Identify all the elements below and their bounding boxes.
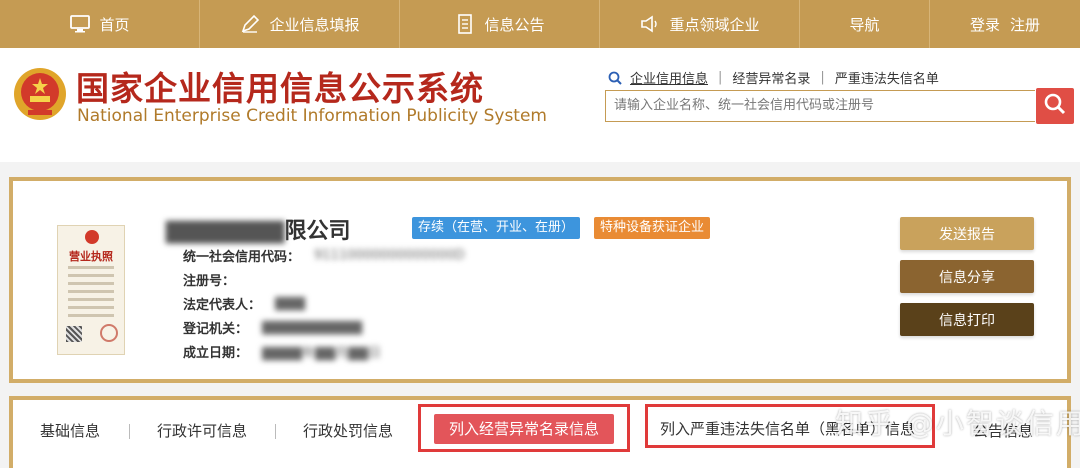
field-value: ▇▇▇▇▇▇▇▇▇▇ xyxy=(262,320,362,335)
search-input[interactable]: 请输入企业名称、统一社会信用代码或注册号 xyxy=(605,90,1035,122)
company-name-suffix: 限公司 xyxy=(284,219,351,244)
nav-home-label: 首页 xyxy=(99,15,130,34)
tab-permit[interactable]: 行政许可信息 xyxy=(157,420,247,441)
nav-key-industry[interactable]: 重点领域企业 xyxy=(600,0,800,48)
nav-announcement-label: 信息公告 xyxy=(484,15,545,34)
tab-divider: | xyxy=(820,70,825,85)
nav-account: 登录 注册 xyxy=(930,0,1080,48)
site-title: 国家企业信用信息公示系统 xyxy=(76,69,484,108)
nav-navigation-label: 导航 xyxy=(849,15,880,34)
document-icon xyxy=(454,13,476,35)
print-button[interactable]: 信息打印 xyxy=(900,303,1034,336)
qr-code-icon xyxy=(66,326,82,342)
field-value: 91110000000000000D xyxy=(314,248,465,263)
abnormal-tab-highlight: 列入经营异常名录信息 xyxy=(418,404,630,452)
business-license-image[interactable]: 营业执照 xyxy=(57,225,125,355)
monitor-icon xyxy=(69,13,91,35)
nav-navigation[interactable]: 导航 xyxy=(800,0,930,48)
search-button[interactable] xyxy=(1036,88,1074,124)
field-founded-date: 成立日期： ▇▇▇▇年▇▇月▇▇日 xyxy=(183,342,381,361)
share-button[interactable]: 信息分享 xyxy=(900,260,1034,293)
company-name: ▇▇▇▇▇▇▇限公司 xyxy=(166,213,350,245)
login-link[interactable]: 登录 xyxy=(970,14,1000,35)
search-tabs: 企业信用信息 | 经营异常名录 | 严重违法失信名单 xyxy=(608,68,939,87)
field-label: 法定代表人： xyxy=(183,298,262,313)
search-small-icon xyxy=(608,71,622,85)
field-reg-number: 注册号： xyxy=(183,270,249,289)
tab-penalty[interactable]: 行政处罚信息 xyxy=(303,420,393,441)
field-value: ▇▇▇▇年▇▇月▇▇日 xyxy=(262,346,381,361)
tab-divider: | xyxy=(718,70,723,85)
license-emblem-icon xyxy=(85,230,99,244)
field-label: 成立日期： xyxy=(183,346,249,361)
license-title: 营业执照 xyxy=(69,250,113,263)
field-label: 登记机关： xyxy=(183,322,249,337)
company-name-obscured: ▇▇▇▇▇▇▇ xyxy=(166,219,285,244)
nav-fill-info-label: 企业信息填报 xyxy=(269,15,360,34)
watermark-text: 知乎 @小智谈信用 xyxy=(835,407,1080,440)
search-icon xyxy=(1043,92,1067,120)
field-label: 统一社会信用代码： xyxy=(183,250,301,265)
send-report-button[interactable]: 发送报告 xyxy=(900,217,1034,250)
national-emblem-icon xyxy=(12,66,68,122)
field-value: ▇▇▇ xyxy=(275,296,306,311)
tab-abnormal[interactable]: 列入经营异常名录信息 xyxy=(434,414,614,444)
field-credit-code: 统一社会信用代码： 91110000000000000D xyxy=(183,246,465,265)
tab-separator xyxy=(129,424,130,439)
license-text-lines xyxy=(68,266,114,322)
search-tab-blacklist[interactable]: 严重违法失信名单 xyxy=(835,68,939,87)
nav-announcement[interactable]: 信息公告 xyxy=(400,0,600,48)
tab-separator xyxy=(275,424,276,439)
search-tab-credit[interactable]: 企业信用信息 xyxy=(630,68,708,87)
nav-fill-info[interactable]: 企业信息填报 xyxy=(200,0,400,48)
tab-basic[interactable]: 基础信息 xyxy=(40,420,100,441)
site-header: 国家企业信用信息公示系统 National Enterprise Credit … xyxy=(0,48,1080,162)
top-nav: 首页 企业信息填报 信息公告 重点领域企业 导航 登录 注册 xyxy=(0,0,1080,48)
field-legal-rep: 法定代表人： ▇▇▇ xyxy=(183,294,305,313)
search-tab-abnormal[interactable]: 经营异常名录 xyxy=(732,68,810,87)
company-card: 营业执照 ▇▇▇▇▇▇▇限公司 存续（在营、开业、在册） 特种设备获证企业 统一… xyxy=(9,177,1071,383)
field-reg-authority: 登记机关： ▇▇▇▇▇▇▇▇▇▇ xyxy=(183,318,362,337)
special-equipment-badge: 特种设备获证企业 xyxy=(594,217,711,239)
nav-key-industry-label: 重点领域企业 xyxy=(669,15,760,34)
field-label: 注册号： xyxy=(183,274,236,289)
edit-icon xyxy=(239,13,261,35)
status-badge: 存续（在营、开业、在册） xyxy=(412,217,581,239)
site-subtitle: National Enterprise Credit Information P… xyxy=(77,106,547,126)
register-link[interactable]: 注册 xyxy=(1010,14,1040,35)
seal-icon xyxy=(100,324,118,342)
nav-home[interactable]: 首页 xyxy=(0,0,200,48)
speaker-icon xyxy=(639,13,661,35)
